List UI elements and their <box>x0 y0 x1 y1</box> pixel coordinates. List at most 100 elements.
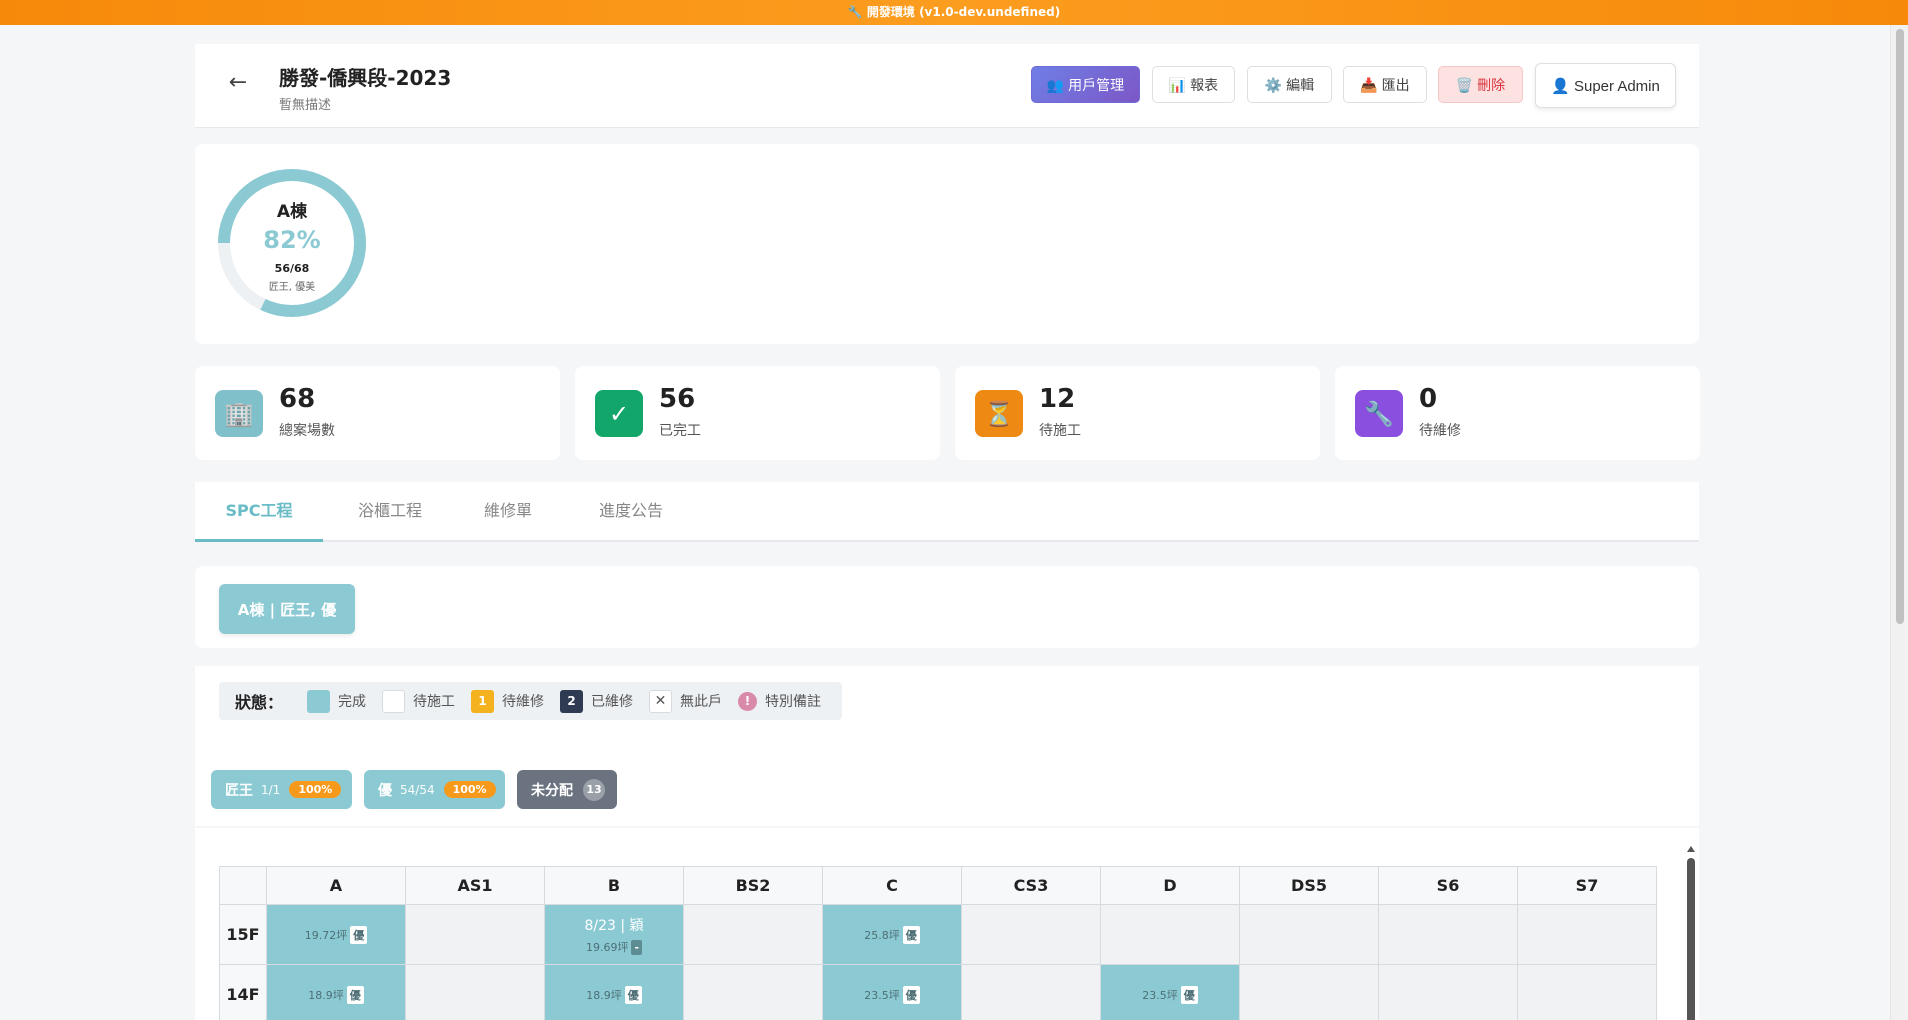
unit-cell-empty[interactable] <box>1100 904 1240 965</box>
unit-cell-empty[interactable] <box>1378 904 1518 965</box>
grid-scroll-thumb[interactable] <box>1687 858 1695 1020</box>
unit-date-worker: 8/23 | 穎 <box>584 917 644 934</box>
user-account-button[interactable]: 👤 Super Admin <box>1535 63 1676 108</box>
delete-button[interactable]: 🗑️ 刪除 <box>1438 66 1523 103</box>
legend-label: 待維修 <box>502 694 545 710</box>
grid-floor-row: 15F 19.72坪優 8/23 | 穎 19.69坪 -25.8坪優 <box>219 904 1657 965</box>
stat-value: 12 <box>1039 384 1076 414</box>
swatch-repaired: 2 <box>560 689 584 713</box>
unit-cell[interactable]: 18.9坪優 <box>266 964 406 1020</box>
floor-label: 14F <box>219 964 267 1020</box>
team-name: 優 <box>378 782 392 799</box>
unit-cell[interactable]: 18.9坪優 <box>544 964 684 1020</box>
unit-cell-empty[interactable] <box>1239 964 1379 1020</box>
building-filter-chip[interactable]: A棟 | 匠王, 優 <box>219 584 355 634</box>
stat-value: 56 <box>659 384 696 414</box>
team-percent-badge: 100% <box>443 781 496 798</box>
scroll-up-arrow-icon[interactable] <box>1687 846 1695 852</box>
grid-column-header: S7 <box>1517 866 1657 905</box>
building-percent: 82% <box>263 226 321 254</box>
unit-area-line: 25.8坪優 <box>823 925 961 944</box>
unit-area-line: 23.5坪優 <box>1101 985 1239 1004</box>
grid-column-header: B <box>544 866 684 905</box>
stat-repair: 🔧 0 待維修 <box>1335 366 1700 460</box>
stat-value: 0 <box>1419 384 1438 414</box>
back-arrow-icon[interactable]: ← <box>223 68 253 98</box>
page-scrollbar[interactable] <box>1890 25 1908 1020</box>
unit-cell-empty[interactable] <box>1517 904 1657 965</box>
stat-value: 68 <box>279 384 316 414</box>
unit-area: 18.9坪 <box>308 988 344 1002</box>
user-management-button[interactable]: 👥 用戶管理 <box>1031 66 1140 103</box>
dev-env-banner: 🔧 開發環境 (v1.0-dev.undefined) <box>0 0 1908 25</box>
stat-completed: ✓ 56 已完工 <box>575 366 940 460</box>
team-filter-chip[interactable]: 匠王 1/1 100% <box>211 770 352 809</box>
project-title: 勝發-僑興段-2023 <box>279 66 452 90</box>
unit-area: 23.5坪 <box>1142 988 1178 1002</box>
building-count: 56/68 <box>274 262 310 275</box>
floor-label: 15F <box>219 904 267 965</box>
grid-scrollbar[interactable] <box>1686 846 1696 1020</box>
stat-total-units: 🏢 68 總案場數 <box>195 366 560 460</box>
team-count: 54/54 <box>400 782 435 797</box>
grid-column-header: AS1 <box>405 866 545 905</box>
team-name: 匠王 <box>225 782 253 799</box>
tab-cabinet[interactable]: 浴櫃工程 <box>345 482 435 542</box>
unit-cell[interactable]: 23.5坪優 <box>1100 964 1240 1020</box>
stat-pending: ⏳ 12 待施工 <box>955 366 1320 460</box>
unit-cell-empty[interactable] <box>683 904 823 965</box>
unit-cell-empty[interactable] <box>1517 964 1657 1020</box>
unit-area: 23.5坪 <box>864 988 900 1002</box>
unit-cell-empty[interactable] <box>1378 964 1518 1020</box>
report-button[interactable]: 📊 報表 <box>1152 66 1235 103</box>
wrench-icon: 🔧 <box>1355 390 1403 437</box>
grid-column-header: A <box>266 866 406 905</box>
unit-area-line: 23.5坪優 <box>823 985 961 1004</box>
unit-cell-empty[interactable] <box>405 964 545 1020</box>
tab-announcements[interactable]: 進度公告 <box>591 482 671 542</box>
unit-team-tag: - <box>631 939 643 955</box>
team-name: 未分配 <box>531 782 573 799</box>
tab-spc[interactable]: SPC工程 <box>195 482 323 542</box>
status-legend-panel: 狀態： 完成 待施工 1 待維修 2 已維修 ✕ 無此戶 ! 特別備註 匠王 1/1 1… <box>195 666 1699 826</box>
unit-team-tag: 優 <box>902 925 920 944</box>
unassigned-filter-chip[interactable]: 未分配 13 <box>517 770 617 809</box>
unit-team-tag: 優 <box>350 925 368 944</box>
team-filter-chip[interactable]: 優 54/54 100% <box>364 770 505 809</box>
grid-column-header: D <box>1100 866 1240 905</box>
unit-cell-empty[interactable] <box>1239 904 1379 965</box>
legend-label: 完成 <box>338 694 367 710</box>
unit-cell-empty[interactable] <box>405 904 545 965</box>
unit-grid-panel: A AS1 B BS2 C CS3 D DS5 S6 S7 15F 19.72坪優 8/23 | 穎1… <box>195 828 1699 1020</box>
edit-button[interactable]: ⚙️ 編輯 <box>1247 66 1332 103</box>
unit-cell[interactable]: 8/23 | 穎 19.69坪 - <box>544 904 684 965</box>
unit-cell[interactable]: 25.8坪優 <box>822 904 962 965</box>
unit-cell[interactable]: 19.72坪優 <box>266 904 406 965</box>
export-button[interactable]: 📥 匯出 <box>1343 66 1427 103</box>
unit-area: 19.69坪 <box>585 940 629 954</box>
unit-grid: A AS1 B BS2 C CS3 D DS5 S6 S7 15F 19.72坪優 8/23 | 穎1… <box>219 866 1657 1020</box>
unit-cell-empty[interactable] <box>961 964 1101 1020</box>
legend-repair: 1 待維修 <box>471 689 545 713</box>
unit-area-line: 18.9坪優 <box>267 985 405 1004</box>
legend-label: 無此戶 <box>680 694 723 710</box>
status-legend: 狀態： 完成 待施工 1 待維修 2 已維修 ✕ 無此戶 ! 特別備註 <box>219 682 842 720</box>
ring-label: A棟 82% 56/68 匠王, 優美 <box>215 166 369 320</box>
unit-team-tag: 優 <box>1180 985 1198 1004</box>
unit-cell[interactable]: 23.5坪優 <box>822 964 962 1020</box>
tab-repair-orders[interactable]: 維修單 <box>473 482 543 542</box>
unit-cell-empty[interactable] <box>683 964 823 1020</box>
tab-bar: SPC工程 浴櫃工程 維修單 進度公告 <box>195 482 1699 542</box>
unit-cell-empty[interactable] <box>961 904 1101 965</box>
legend-label: 待施工 <box>413 694 456 710</box>
alert-icon: ! <box>738 691 758 711</box>
unit-area: 19.72坪 <box>304 928 348 942</box>
legend-done: 完成 <box>307 689 367 713</box>
unit-team-tag: 優 <box>624 985 642 1004</box>
page-scroll-thumb[interactable] <box>1896 29 1904 624</box>
legend-pending: 待施工 <box>382 689 456 713</box>
grid-column-header: CS3 <box>961 866 1101 905</box>
legend-title: 狀態： <box>235 693 284 712</box>
building-progress-card: A棟 82% 56/68 匠王, 優美 <box>195 144 1699 344</box>
stat-label: 待施工 <box>1039 423 1081 439</box>
